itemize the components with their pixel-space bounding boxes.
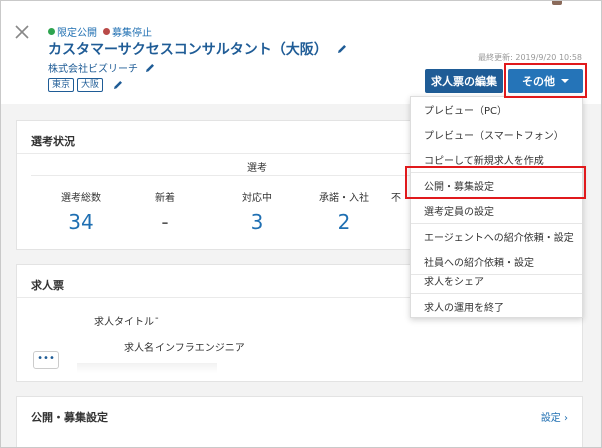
window-frame [0, 0, 602, 448]
